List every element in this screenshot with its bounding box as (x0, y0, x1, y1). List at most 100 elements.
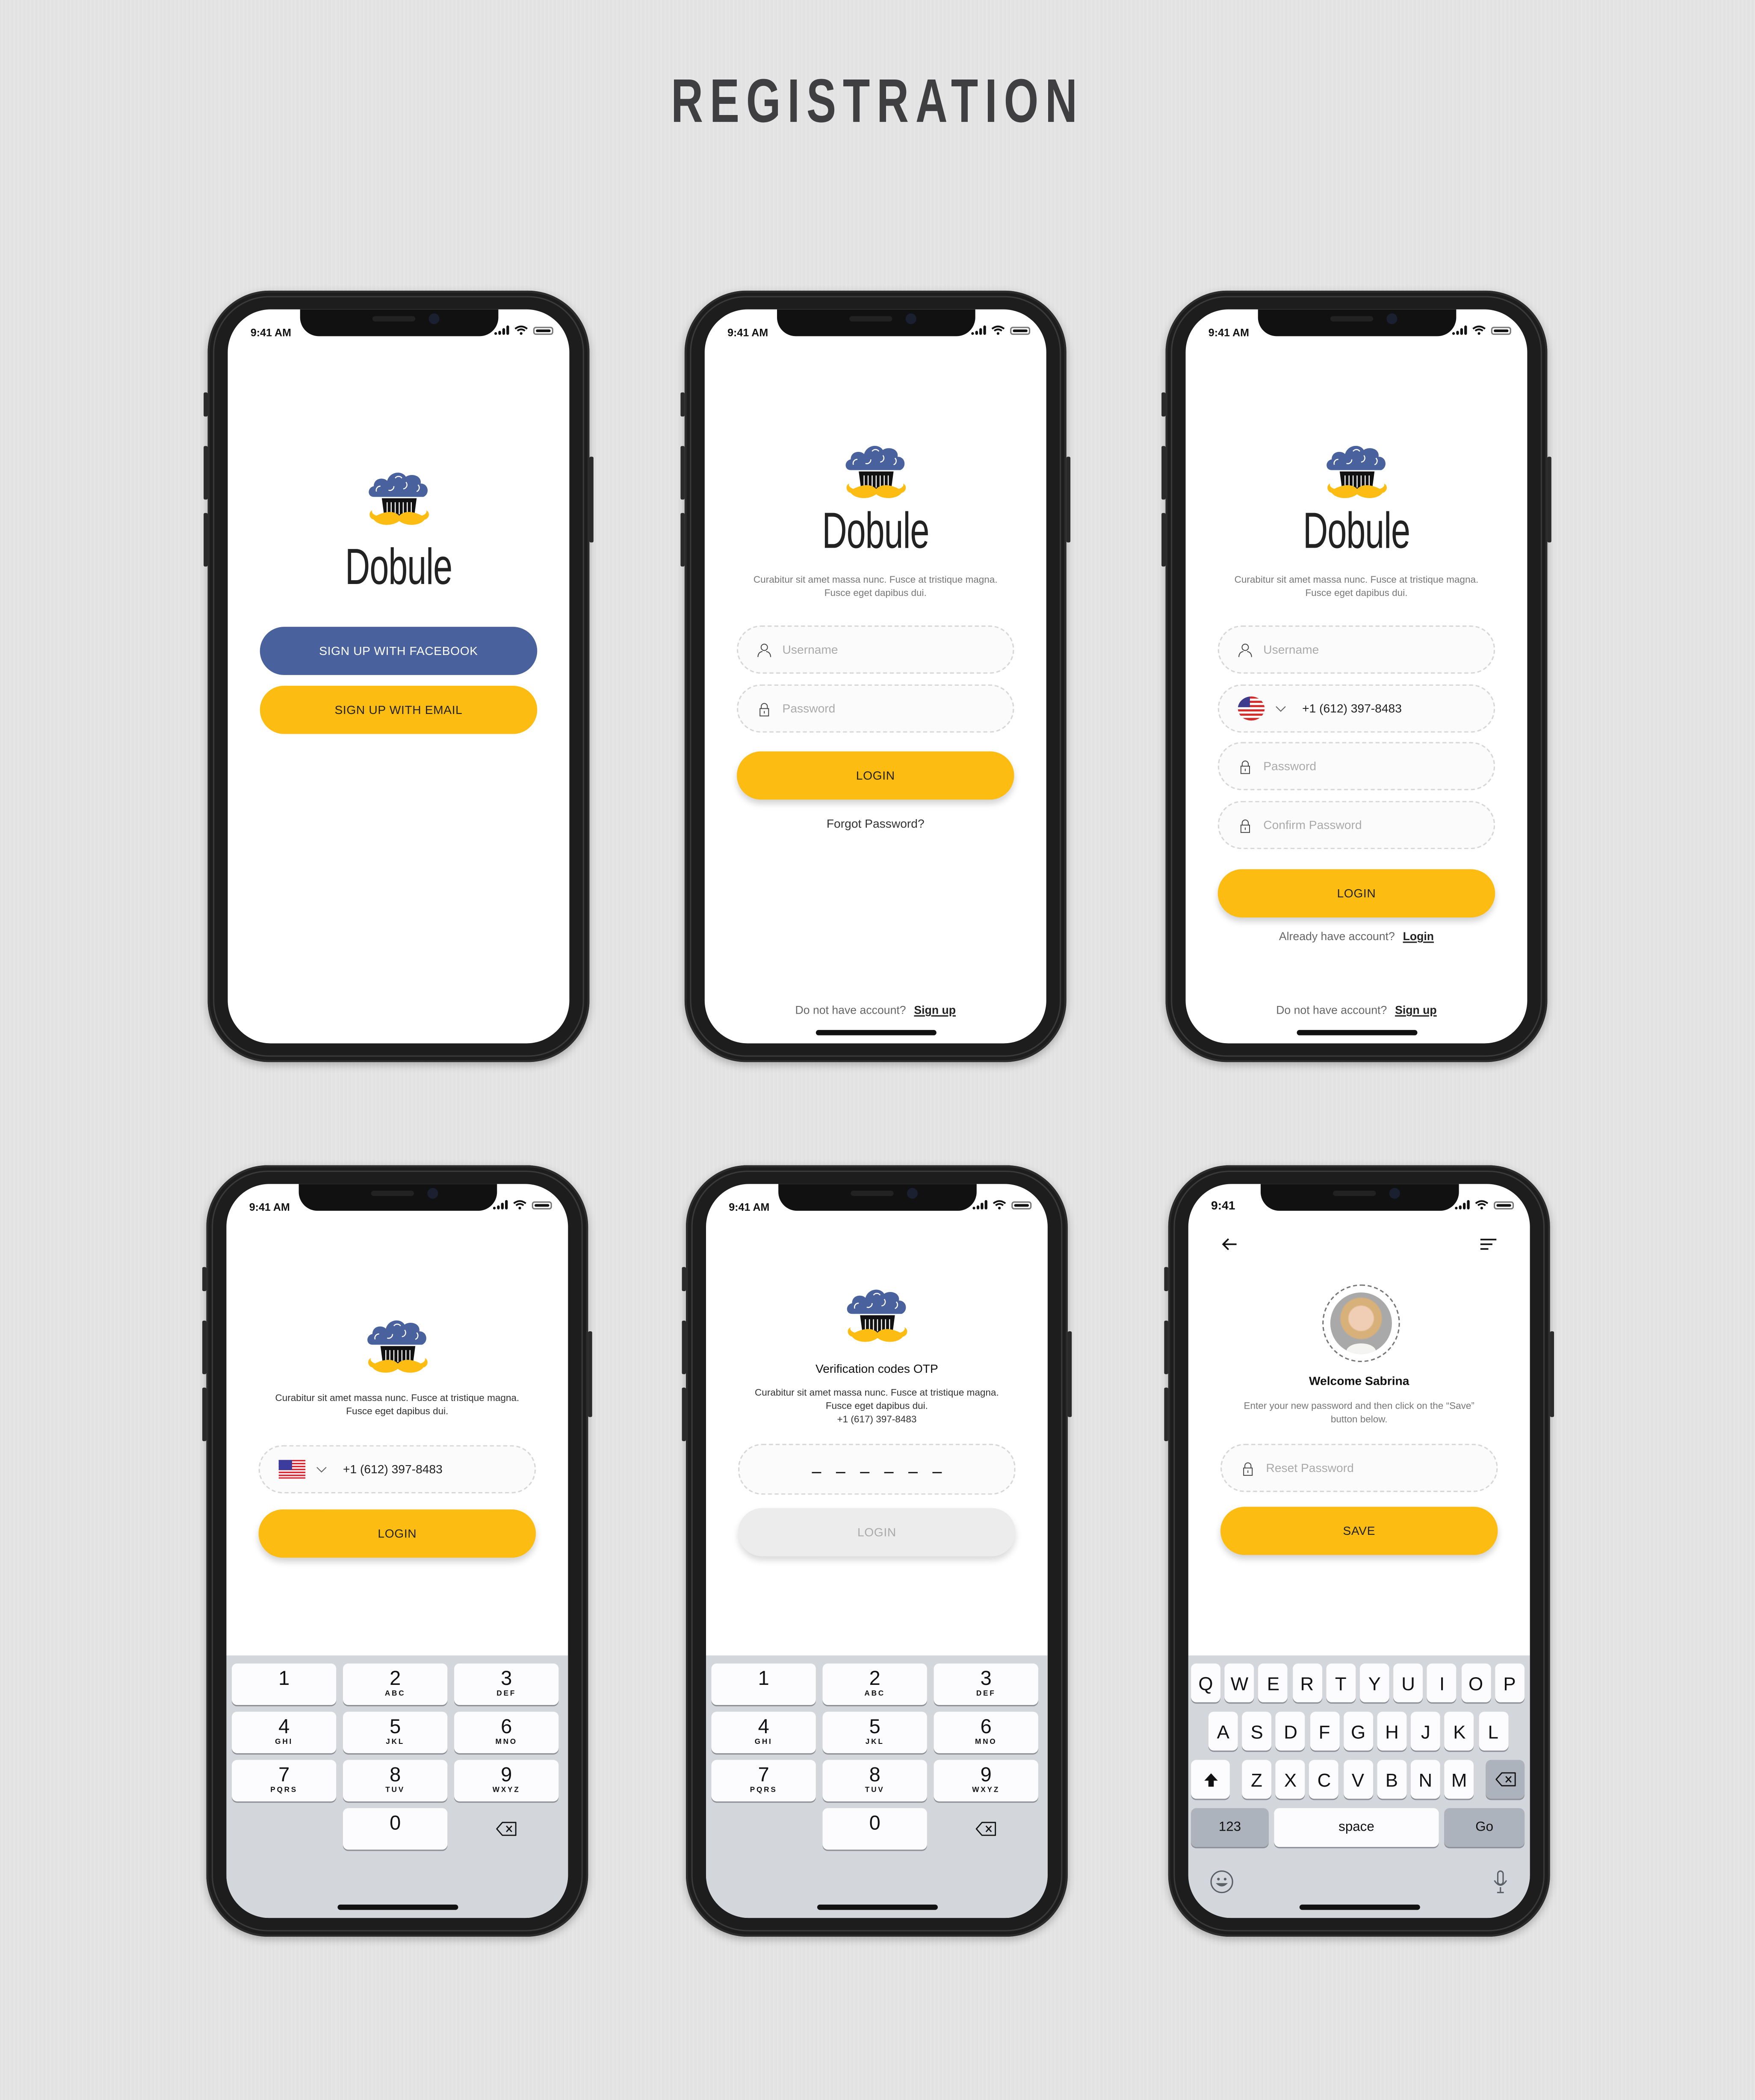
key-z[interactable]: Z (1242, 1760, 1272, 1799)
username-field[interactable]: Username (1217, 625, 1495, 674)
numpad-key-2[interactable]: 2 ABC (343, 1663, 448, 1705)
numpad-key-7[interactable]: 7 PQRS (231, 1760, 337, 1802)
key-w[interactable]: W (1224, 1663, 1254, 1702)
battery-icon (1010, 326, 1031, 334)
key-t[interactable]: T (1326, 1663, 1356, 1702)
username-field[interactable]: Username (737, 625, 1014, 674)
numpad-key-4[interactable]: 4 GHI (231, 1711, 337, 1753)
signup-facebook-button[interactable]: SIGN UP WITH FACEBOOK (260, 627, 538, 675)
numpad-key-1[interactable]: 1 (711, 1663, 816, 1705)
go-key[interactable]: Go (1444, 1808, 1525, 1847)
signup-link[interactable]: Sign up (914, 1003, 956, 1016)
numpad-letters: WXYZ (492, 1787, 520, 1795)
wifi-icon (1472, 325, 1486, 335)
key-o[interactable]: O (1461, 1663, 1491, 1702)
password-field[interactable]: Password (737, 684, 1014, 733)
space-key[interactable]: space (1274, 1808, 1439, 1847)
emoji-icon[interactable] (1210, 1870, 1234, 1894)
backspace-key[interactable] (934, 1808, 1038, 1849)
numpad-digit: 2 (869, 1667, 880, 1690)
numpad-key-8[interactable]: 8 TUV (343, 1760, 448, 1802)
phone-welcome: 9:41 AM Dobule SIGN UP WITH FACEBOOK SIG… (204, 290, 594, 1062)
key-v[interactable]: V (1343, 1760, 1373, 1799)
numpad-key-3[interactable]: 3 DEF (934, 1663, 1038, 1705)
dobule-logo-icon (362, 465, 434, 537)
numpad-key-0[interactable]: 0 (343, 1808, 448, 1850)
key-b[interactable]: B (1377, 1760, 1406, 1799)
key-m[interactable]: M (1444, 1760, 1474, 1799)
key-h[interactable]: H (1377, 1711, 1407, 1751)
user-icon (1238, 643, 1252, 657)
signup-link[interactable]: Sign up (1395, 1003, 1437, 1016)
key-i[interactable]: I (1427, 1663, 1457, 1702)
key-p[interactable]: P (1495, 1663, 1525, 1702)
shift-key[interactable] (1191, 1760, 1230, 1799)
key-j[interactable]: J (1411, 1711, 1441, 1751)
numpad-key-9[interactable]: 9 WXYZ (454, 1760, 559, 1802)
numpad-key-1[interactable]: 1 (231, 1663, 337, 1705)
avatar[interactable] (1321, 1284, 1400, 1363)
microphone-icon[interactable] (1492, 1870, 1509, 1894)
password-field[interactable]: Password (1217, 742, 1495, 790)
tagline: Curabitur sit amet massa nunc. Fusce at … (729, 573, 1022, 600)
us-flag-icon[interactable] (279, 1460, 306, 1479)
us-flag-icon[interactable] (1238, 696, 1265, 720)
key-q[interactable]: Q (1191, 1663, 1220, 1702)
login-prompt-text: Already have account? (1279, 929, 1395, 943)
menu-icon[interactable] (1480, 1238, 1497, 1251)
numpad-key-2[interactable]: 2 ABC (822, 1663, 927, 1705)
brand-name: Dobule (822, 503, 929, 560)
save-button[interactable]: SAVE (1220, 1507, 1498, 1555)
otp-input[interactable] (738, 1444, 1016, 1495)
numpad-key-6[interactable]: 6 MNO (454, 1711, 559, 1753)
key-n[interactable]: N (1410, 1760, 1440, 1799)
arrow-left-icon[interactable] (1222, 1238, 1238, 1251)
key-e[interactable]: E (1258, 1663, 1288, 1702)
backspace-key[interactable] (1486, 1760, 1525, 1799)
login-button[interactable]: LOGIN (258, 1509, 536, 1558)
numpad-key-6[interactable]: 6 MNO (934, 1711, 1038, 1753)
numpad-key-9[interactable]: 9 WXYZ (934, 1760, 1038, 1802)
phone-otp: 9:41 AM Verification codes OTP Curabitur… (682, 1165, 1072, 1937)
key-d[interactable]: D (1276, 1711, 1306, 1751)
key-x[interactable]: X (1276, 1760, 1305, 1799)
login-button-disabled[interactable]: LOGIN (738, 1508, 1016, 1557)
otp-heading: Verification codes OTP (815, 1362, 938, 1376)
numpad-key-3[interactable]: 3 DEF (454, 1663, 559, 1705)
screen-phone-login: 9:41 AM Curabitur sit amet massa nunc. F… (226, 1184, 568, 1918)
numbers-key[interactable]: 123 (1191, 1808, 1269, 1847)
key-c[interactable]: C (1309, 1760, 1339, 1799)
reset-password-field[interactable]: Reset Password (1220, 1444, 1498, 1492)
forgot-password-link[interactable]: Forgot Password? (705, 817, 1046, 830)
signup-email-button[interactable]: SIGN UP WITH EMAIL (260, 685, 538, 734)
key-y[interactable]: Y (1359, 1663, 1389, 1702)
signal-icon (1452, 325, 1467, 335)
key-r[interactable]: R (1292, 1663, 1322, 1702)
battery-icon (1491, 326, 1511, 334)
numpad-key-5[interactable]: 5 JKL (343, 1711, 448, 1753)
login-button[interactable]: LOGIN (737, 751, 1014, 800)
login-link[interactable]: Login (1403, 929, 1434, 943)
key-g[interactable]: G (1343, 1711, 1373, 1751)
key-k[interactable]: K (1445, 1711, 1474, 1751)
dobule-logo-icon (839, 438, 912, 510)
numpad-key-0[interactable]: 0 (822, 1808, 927, 1850)
phone-field[interactable]: +1 (612) 397-8483 (1217, 684, 1495, 733)
login-button[interactable]: LOGIN (1217, 869, 1495, 917)
numpad-key-7[interactable]: 7 PQRS (711, 1760, 816, 1802)
tagline-line-2: Fusce eget dapibus dui. (1305, 587, 1408, 599)
numpad-key-4[interactable]: 4 GHI (711, 1711, 816, 1753)
phone-field[interactable]: +1 (612) 397-8483 (258, 1445, 536, 1494)
chevron-down-icon[interactable] (316, 1466, 327, 1473)
confirm-password-field[interactable]: Confirm Password (1217, 801, 1495, 849)
chevron-down-icon[interactable] (1275, 705, 1286, 712)
key-a[interactable]: A (1208, 1711, 1238, 1751)
backspace-key[interactable] (454, 1808, 558, 1849)
numpad-key-8[interactable]: 8 TUV (822, 1760, 927, 1802)
key-s[interactable]: S (1242, 1711, 1272, 1751)
key-u[interactable]: U (1393, 1663, 1423, 1702)
numpad-key-5[interactable]: 5 JKL (822, 1711, 927, 1753)
key-f[interactable]: F (1309, 1711, 1339, 1751)
home-indicator (1299, 1904, 1420, 1910)
key-l[interactable]: L (1478, 1711, 1508, 1751)
